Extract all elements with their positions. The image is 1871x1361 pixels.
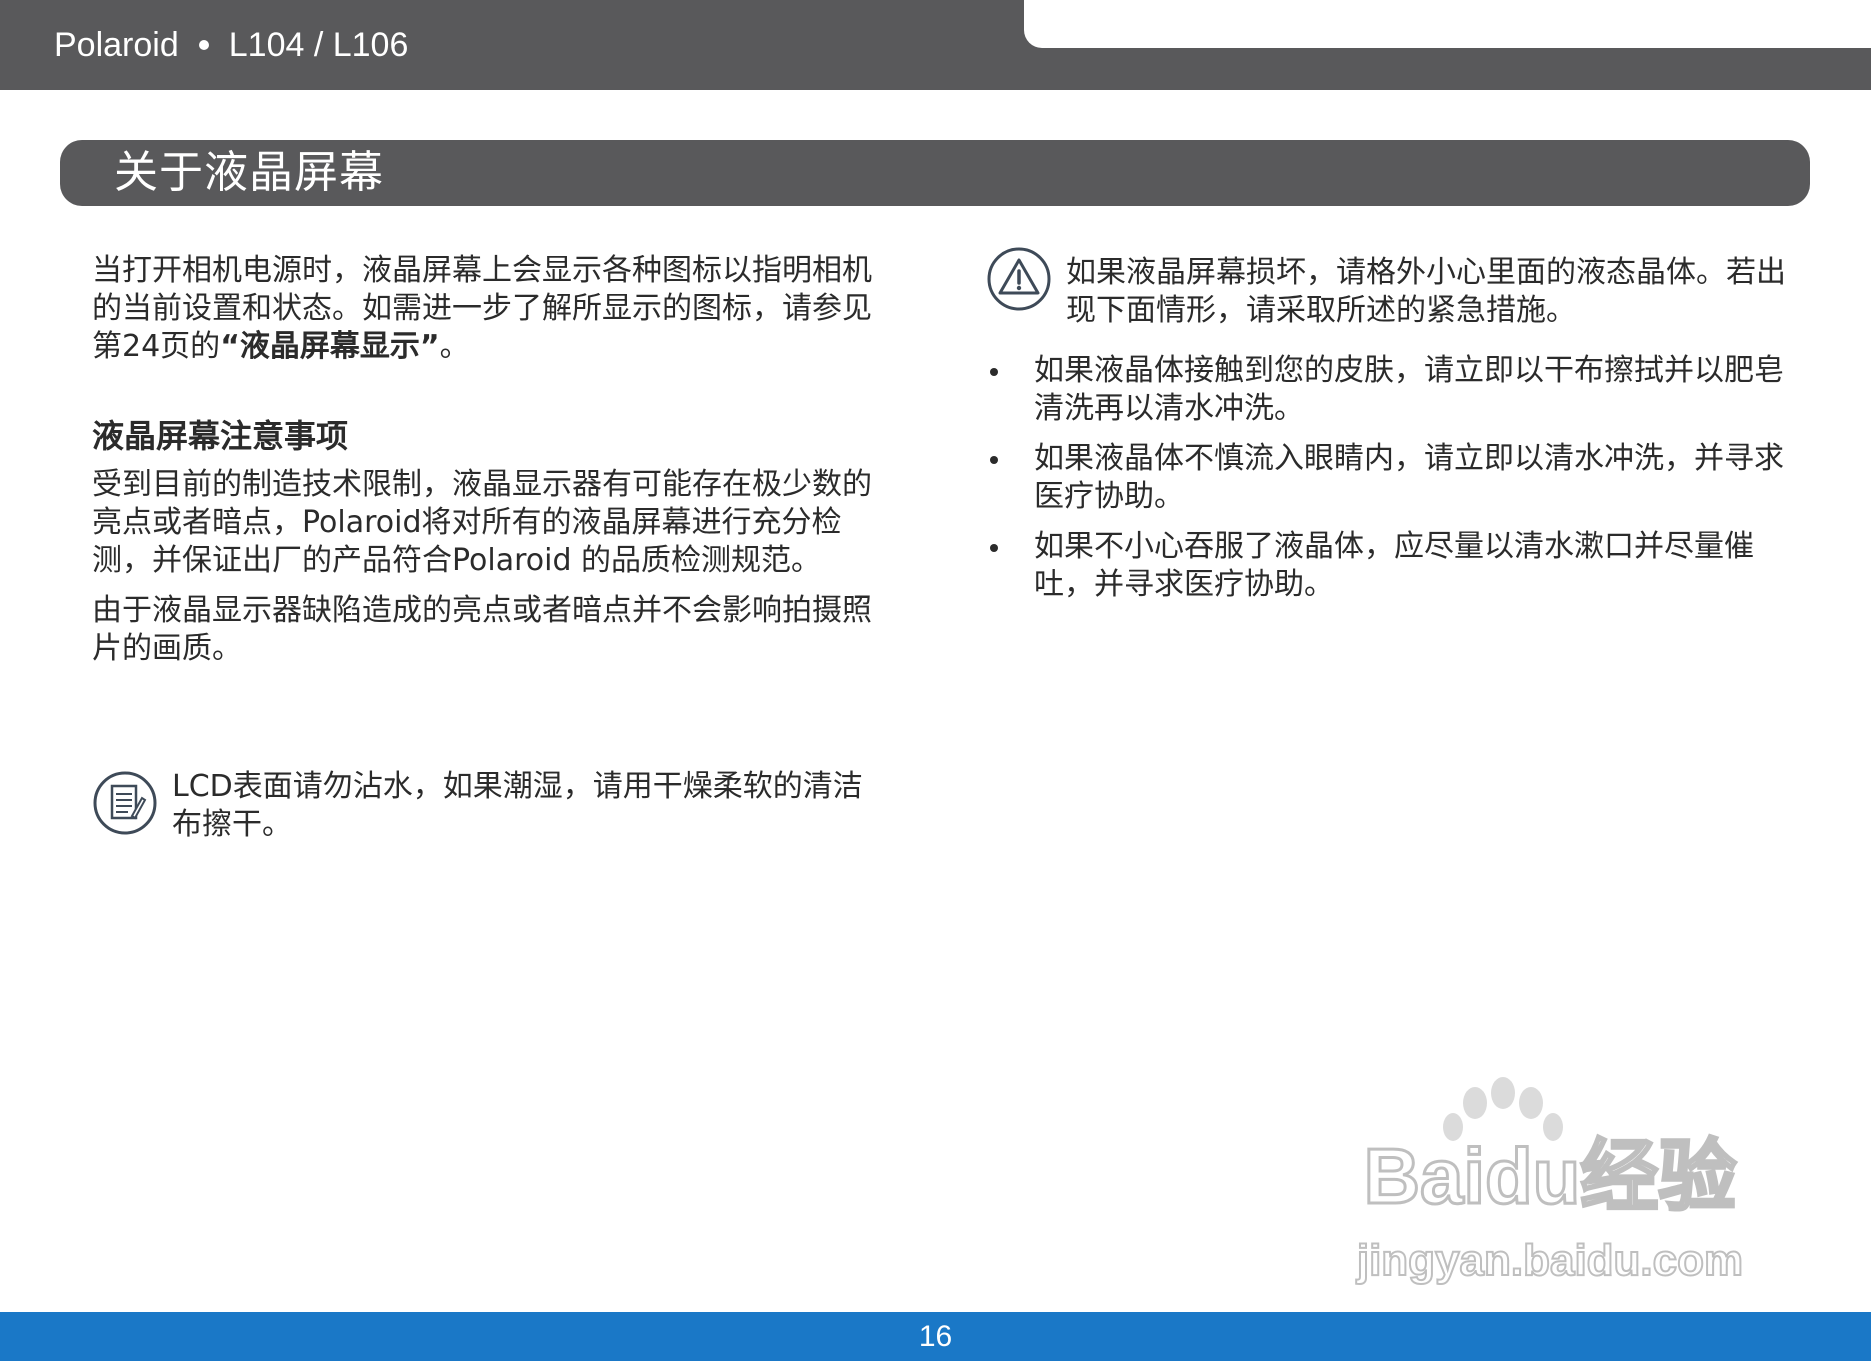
note-icon bbox=[93, 771, 157, 835]
bullet-icon bbox=[990, 368, 998, 376]
separator-dot bbox=[198, 40, 209, 50]
left-column: 当打开相机电源时，液晶屏幕上会显示各种图标以指明相机的当前设置和状态。如需进一步… bbox=[92, 252, 882, 680]
brand-name: Polaroid bbox=[54, 25, 179, 64]
section-title-bar: 关于液晶屏幕 bbox=[60, 140, 1810, 206]
list-item: 如果不小心吞服了液晶体，应尽量以清水漱口并尽量催吐，并寻求医疗协助。 bbox=[986, 528, 1786, 604]
precautions-heading: 液晶屏幕注意事项 bbox=[92, 417, 349, 455]
brand-line: Polaroid L104 / L106 bbox=[54, 22, 408, 68]
note-block: LCD表面请勿沾水，如果潮湿，请用干燥柔软的清洁布擦干。 bbox=[92, 768, 892, 844]
warning-text: 如果液晶屏幕损坏，请格外小心里面的液态晶体。若出现下面情形，请采取所述的紧急措施… bbox=[1066, 255, 1786, 328]
top-header-bar: Polaroid L104 / L106 bbox=[0, 0, 1871, 90]
watermark-logo: Baidu经验 bbox=[1364, 1132, 1737, 1220]
watermark-url: jingyan.baidu.com bbox=[1356, 1236, 1743, 1285]
note-text: LCD表面请勿沾水，如果潮湿，请用干燥柔软的清洁布擦干。 bbox=[172, 769, 863, 842]
footer-bar: 16 bbox=[0, 1312, 1871, 1361]
intro-paragraph: 当打开相机电源时，液晶屏幕上会显示各种图标以指明相机的当前设置和状态。如需进一步… bbox=[92, 253, 872, 364]
header-notch bbox=[1024, 0, 1871, 48]
paragraph-defects: 受到目前的制造技术限制，液晶显示器有可能存在极少数的亮点或者暗点，Polaroi… bbox=[92, 467, 872, 578]
bullet-icon bbox=[990, 456, 998, 464]
baidu-watermark: Baidu经验 jingyan.baidu.com bbox=[1355, 1077, 1744, 1286]
page-number: 16 bbox=[918, 1320, 953, 1353]
warning-block: 如果液晶屏幕损坏，请格外小心里面的液态晶体。若出现下面情形，请采取所述的紧急措施… bbox=[986, 246, 1786, 330]
section-title: 关于液晶屏幕 bbox=[114, 147, 384, 198]
list-item: 如果液晶体接触到您的皮肤，请立即以干布擦拭并以肥皂清洗再以清水冲洗。 bbox=[986, 352, 1786, 428]
cross-reference-link[interactable]: “液晶屏幕显示” bbox=[220, 329, 439, 364]
list-item: 如果液晶体不慎流入眼睛内，请立即以清水冲洗，并寻求医疗协助。 bbox=[986, 440, 1786, 516]
bullet-icon bbox=[990, 544, 998, 552]
emergency-list: 如果液晶体接触到您的皮肤，请立即以干布擦拭并以肥皂清洗再以清水冲洗。 如果液晶体… bbox=[986, 352, 1786, 604]
warning-icon bbox=[987, 247, 1051, 311]
model-name: L104 / L106 bbox=[228, 25, 409, 64]
right-column: 如果液晶屏幕损坏，请格外小心里面的液态晶体。若出现下面情形，请采取所述的紧急措施… bbox=[986, 246, 1786, 616]
paragraph-image-quality: 由于液晶显示器缺陷造成的亮点或者暗点并不会影响拍摄照片的画质。 bbox=[92, 593, 872, 666]
